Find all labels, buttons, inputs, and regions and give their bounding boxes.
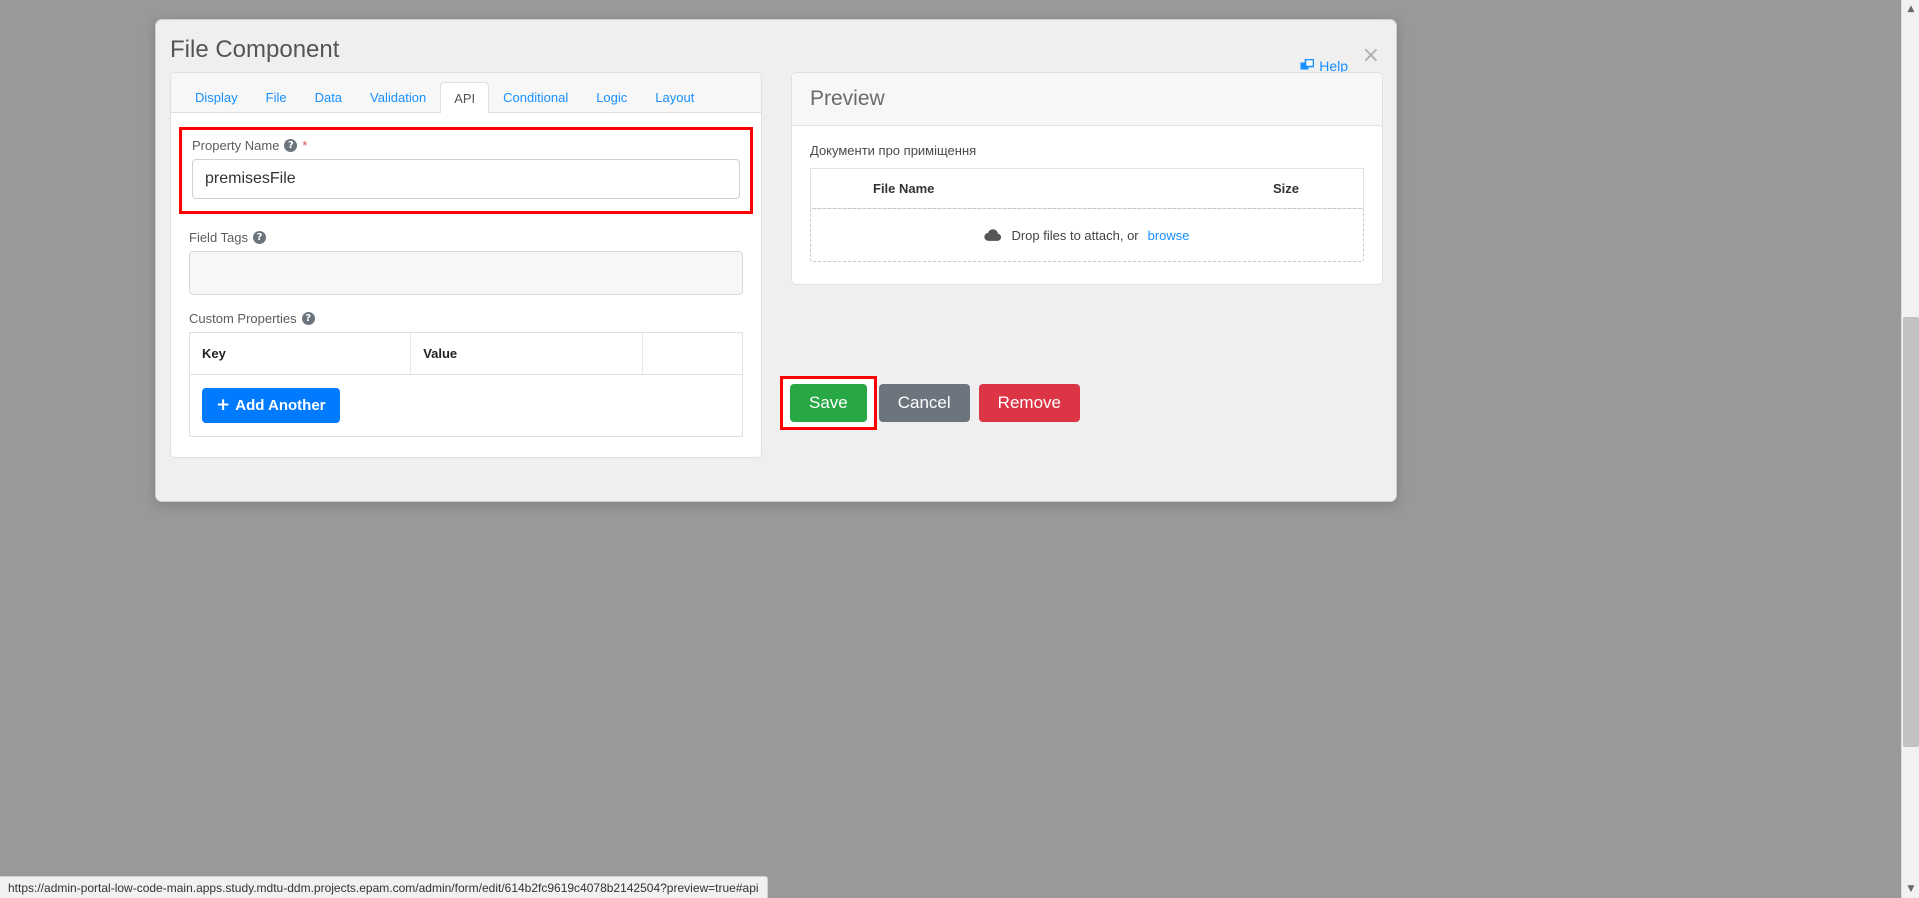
modal-title: File Component xyxy=(170,36,340,63)
add-another-button[interactable]: + Add Another xyxy=(202,388,340,423)
preview-field-label: Документи про приміщення xyxy=(810,143,977,158)
browse-link[interactable]: browse xyxy=(1148,228,1190,243)
file-dropzone[interactable]: Drop files to attach, or browse xyxy=(810,208,1364,262)
property-name-label: Property Name xyxy=(192,138,280,153)
dropzone-text: Drop files to attach, or xyxy=(1011,227,1139,243)
modal-actions: Save Cancel Remove xyxy=(780,376,1080,430)
required-marker: * xyxy=(302,138,308,153)
tab-logic[interactable]: Logic xyxy=(582,81,641,112)
column-header-file-name: File Name xyxy=(873,181,935,196)
save-button[interactable]: Save xyxy=(790,384,867,422)
help-icon[interactable]: ? xyxy=(284,139,298,152)
status-bar-url: https://admin-portal-low-code-main.apps.… xyxy=(8,880,759,895)
file-table-header-row: File Name Size xyxy=(811,169,1364,209)
file-list-table: File Name Size xyxy=(810,168,1364,209)
field-tags-input[interactable] xyxy=(189,251,743,295)
preview-title: Preview xyxy=(792,73,1382,126)
custom-properties-label: Custom Properties xyxy=(189,311,297,326)
field-tags-group: Field Tags ? xyxy=(189,230,743,295)
settings-tabs: Display File Data Validation API Conditional L… xyxy=(171,73,761,113)
property-name-label-row: Property Name ? * xyxy=(192,138,740,153)
column-header-size: Size xyxy=(1272,181,1299,196)
close-icon[interactable]: × xyxy=(1362,45,1380,67)
column-header-key: Key xyxy=(189,332,412,375)
custom-properties-table: Key Value + Add Another xyxy=(189,332,743,437)
tab-file[interactable]: File xyxy=(252,81,301,112)
column-header-actions xyxy=(642,332,743,375)
scrollbar-thumb[interactable] xyxy=(1903,317,1919,747)
tab-validation[interactable]: Validation xyxy=(356,81,440,112)
add-another-label: Add Another xyxy=(235,397,326,414)
tab-api[interactable]: API xyxy=(440,82,490,113)
help-icon[interactable]: ? xyxy=(253,231,267,244)
field-tags-label: Field Tags xyxy=(189,230,249,245)
preview-panel: Preview Документи про приміщення File Na… xyxy=(791,72,1383,285)
remove-button[interactable]: Remove xyxy=(978,384,1080,422)
tab-display[interactable]: Display xyxy=(181,81,252,112)
status-bar: https://admin-portal-low-code-main.apps.… xyxy=(0,876,768,898)
external-link-icon xyxy=(1300,59,1315,73)
custom-properties-label-row: Custom Properties ? xyxy=(189,311,743,326)
scroll-down-icon[interactable]: ▼ xyxy=(1902,880,1919,898)
tab-conditional[interactable]: Conditional xyxy=(489,81,582,112)
table-header-row: Key Value xyxy=(189,332,743,375)
settings-panel: Display File Data Validation API Conditional L… xyxy=(170,72,762,458)
custom-properties-group: Custom Properties ? Key Value + Add Anot… xyxy=(189,311,743,437)
table-row-add: + Add Another xyxy=(190,375,743,437)
api-tab-panel: Property Name ? * Field Tags ? Custo xyxy=(171,113,761,457)
file-component-modal: File Component Help × Display File Data Val… xyxy=(155,19,1397,502)
preview-body: Документи про приміщення File Name Size xyxy=(792,126,1382,284)
cancel-button[interactable]: Cancel xyxy=(878,384,970,422)
plus-icon: + xyxy=(216,395,231,415)
tab-data[interactable]: Data xyxy=(301,81,356,112)
vertical-scrollbar[interactable]: ▲ ▼ xyxy=(1901,0,1919,898)
add-another-cell: + Add Another xyxy=(190,375,743,437)
help-icon[interactable]: ? xyxy=(301,312,315,325)
property-name-highlight: Property Name ? * xyxy=(179,127,753,214)
tab-layout[interactable]: Layout xyxy=(641,81,708,112)
field-tags-label-row: Field Tags ? xyxy=(189,230,743,245)
scroll-up-icon[interactable]: ▲ xyxy=(1902,0,1919,18)
cloud-upload-icon xyxy=(984,228,1002,242)
column-header-value: Value xyxy=(410,332,644,375)
property-name-input[interactable] xyxy=(192,159,740,199)
save-button-highlight: Save xyxy=(780,376,877,430)
